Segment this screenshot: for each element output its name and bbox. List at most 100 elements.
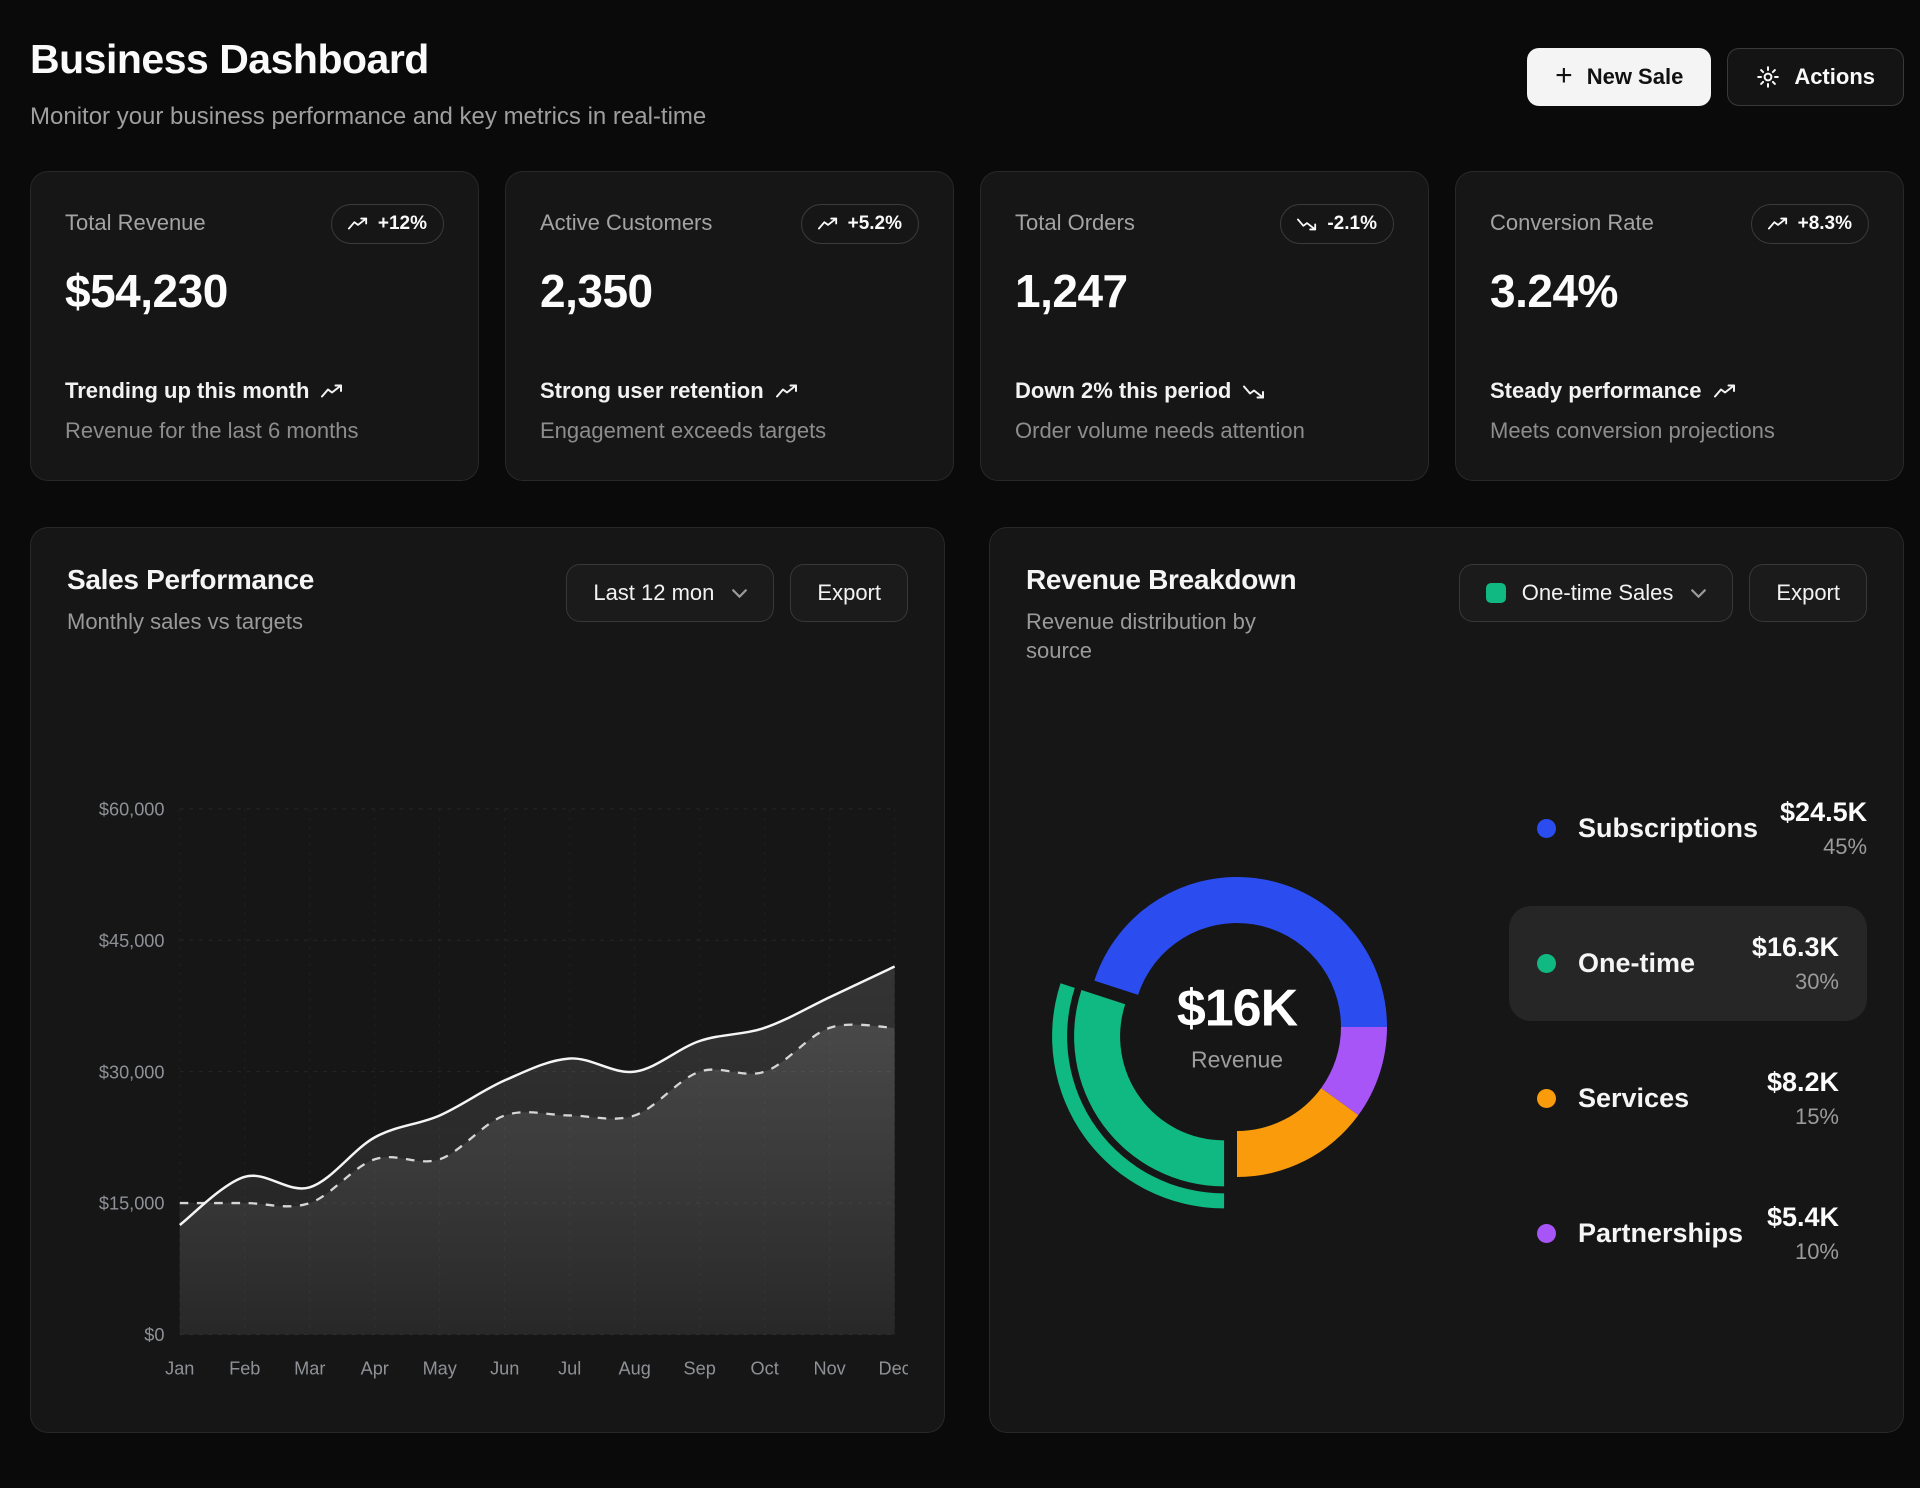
legend-percent: 30%: [1752, 969, 1839, 995]
svg-text:$0: $0: [144, 1326, 164, 1346]
stat-trend-text: Down 2% this period: [1015, 378, 1231, 404]
legend-label: Services: [1578, 1083, 1745, 1114]
trending-up-icon: [776, 384, 798, 399]
legend-percent: 45%: [1780, 834, 1867, 860]
range-selector-dropdown[interactable]: Last 12 mon: [566, 564, 774, 622]
legend-color-dot: [1537, 819, 1556, 838]
revenue-card-title: Revenue Breakdown: [1026, 564, 1326, 596]
source-selector-value: One-time Sales: [1522, 580, 1674, 606]
chevron-down-icon: [1691, 589, 1706, 598]
trending-up-icon: [321, 384, 343, 399]
revenue-donut-chart: $16K Revenue: [1022, 819, 1452, 1243]
stat-trend-text: Steady performance: [1490, 378, 1702, 404]
revenue-export-button[interactable]: Export: [1749, 564, 1867, 622]
sales-card-title: Sales Performance: [67, 564, 314, 596]
trend-badge: +5.2%: [801, 204, 919, 244]
actions-label: Actions: [1794, 64, 1875, 90]
svg-text:$45,000: $45,000: [99, 931, 165, 951]
page-subtitle: Monitor your business performance and ke…: [30, 103, 706, 131]
header: Business Dashboard Monitor your business…: [30, 36, 1904, 131]
svg-text:Aug: Aug: [619, 1359, 651, 1379]
legend-value: $24.5K: [1780, 797, 1867, 828]
header-text: Business Dashboard Monitor your business…: [30, 36, 706, 131]
revenue-breakdown-card: Revenue Breakdown Revenue distribution b…: [989, 527, 1904, 1433]
export-label: Export: [817, 580, 881, 606]
page-title: Business Dashboard: [30, 36, 706, 83]
stat-card: Total Revenue +12% $54,230 Trending up t…: [30, 171, 479, 481]
svg-text:Jun: Jun: [490, 1359, 519, 1379]
source-selector-dropdown[interactable]: One-time Sales: [1459, 564, 1734, 622]
stat-value: 2,350: [540, 264, 919, 318]
trend-badge-value: +5.2%: [848, 213, 902, 235]
sales-performance-card: Sales Performance Monthly sales vs targe…: [30, 527, 945, 1433]
stat-card: Conversion Rate +8.3% 3.24% Steady perfo…: [1455, 171, 1904, 481]
svg-text:Nov: Nov: [813, 1359, 846, 1379]
stat-trend-text: Trending up this month: [65, 378, 309, 404]
revenue-card-subtitle: Revenue distribution by source: [1026, 608, 1326, 665]
legend-color-dot: [1537, 1224, 1556, 1243]
svg-text:Sep: Sep: [684, 1359, 716, 1379]
header-actions: + New Sale Actions: [1527, 48, 1904, 106]
stat-label: Conversion Rate: [1490, 204, 1654, 236]
stat-value: 3.24%: [1490, 264, 1869, 318]
stat-value: 1,247: [1015, 264, 1394, 318]
svg-text:Apr: Apr: [361, 1359, 389, 1379]
new-sale-label: New Sale: [1587, 64, 1684, 90]
legend-row[interactable]: Partnerships $5.4K 10%: [1509, 1176, 1867, 1291]
legend-row[interactable]: Services $8.2K 15%: [1509, 1041, 1867, 1156]
export-label: Export: [1776, 580, 1840, 606]
legend-label: Subscriptions: [1578, 813, 1758, 844]
svg-text:$30,000: $30,000: [99, 1063, 165, 1083]
stat-label: Active Customers: [540, 204, 712, 236]
plus-icon: +: [1555, 61, 1573, 91]
legend-color-dot: [1537, 954, 1556, 973]
legend-value: $16.3K: [1752, 932, 1839, 963]
legend-row[interactable]: Subscriptions $24.5K 45%: [1509, 771, 1867, 886]
svg-text:May: May: [423, 1359, 458, 1379]
stat-card: Active Customers +5.2% 2,350 Strong user…: [505, 171, 954, 481]
trend-badge-value: +12%: [378, 213, 427, 235]
stat-label: Total Orders: [1015, 204, 1135, 236]
sales-export-button[interactable]: Export: [790, 564, 908, 622]
range-selector-value: Last 12 mon: [593, 580, 714, 606]
sales-card-subtitle: Monthly sales vs targets: [67, 608, 314, 637]
svg-text:$60,000: $60,000: [99, 800, 165, 820]
dashboard-page: Business Dashboard Monitor your business…: [0, 0, 1920, 1488]
legend-row[interactable]: One-time $16.3K 30%: [1509, 906, 1867, 1021]
stat-caption: Revenue for the last 6 months: [65, 418, 444, 444]
svg-text:Feb: Feb: [229, 1359, 260, 1379]
actions-button[interactable]: Actions: [1727, 48, 1904, 106]
svg-text:Jan: Jan: [165, 1359, 194, 1379]
stat-trend-text: Strong user retention: [540, 378, 764, 404]
legend-value: $8.2K: [1767, 1067, 1839, 1098]
trending-up-icon: [348, 217, 368, 231]
svg-text:Jul: Jul: [558, 1359, 581, 1379]
stat-value: $54,230: [65, 264, 444, 318]
stat-card: Total Orders -2.1% 1,247 Down 2% this pe…: [980, 171, 1429, 481]
svg-text:Mar: Mar: [294, 1359, 325, 1379]
revenue-legend: Subscriptions $24.5K 45% One-time $16.3K…: [1509, 771, 1867, 1291]
trend-badge: +8.3%: [1751, 204, 1869, 244]
new-sale-button[interactable]: + New Sale: [1527, 48, 1711, 106]
legend-label: One-time: [1578, 948, 1730, 979]
svg-text:$15,000: $15,000: [99, 1194, 165, 1214]
bottom-panels: Sales Performance Monthly sales vs targe…: [30, 527, 1904, 1433]
trending-down-icon: [1297, 217, 1317, 231]
trending-up-icon: [1768, 217, 1788, 231]
trending-down-icon: [1243, 384, 1265, 399]
trending-up-icon: [1714, 384, 1736, 399]
svg-text:Dec: Dec: [878, 1359, 908, 1379]
stats-row: Total Revenue +12% $54,230 Trending up t…: [30, 171, 1904, 481]
legend-value: $5.4K: [1767, 1202, 1839, 1233]
source-color-swatch: [1486, 583, 1506, 603]
sales-area-chart: $0 $15,000 $30,000 $45,000 $60,000 Jan Feb Mar A…: [67, 637, 908, 1396]
trend-badge-value: -2.1%: [1327, 213, 1377, 235]
svg-text:Oct: Oct: [751, 1359, 779, 1379]
gear-icon: [1756, 65, 1780, 89]
stat-caption: Meets conversion projections: [1490, 418, 1869, 444]
trend-badge: -2.1%: [1280, 204, 1394, 244]
legend-label: Partnerships: [1578, 1218, 1745, 1249]
trend-badge: +12%: [331, 204, 444, 244]
trend-badge-value: +8.3%: [1798, 213, 1852, 235]
legend-percent: 15%: [1767, 1104, 1839, 1130]
